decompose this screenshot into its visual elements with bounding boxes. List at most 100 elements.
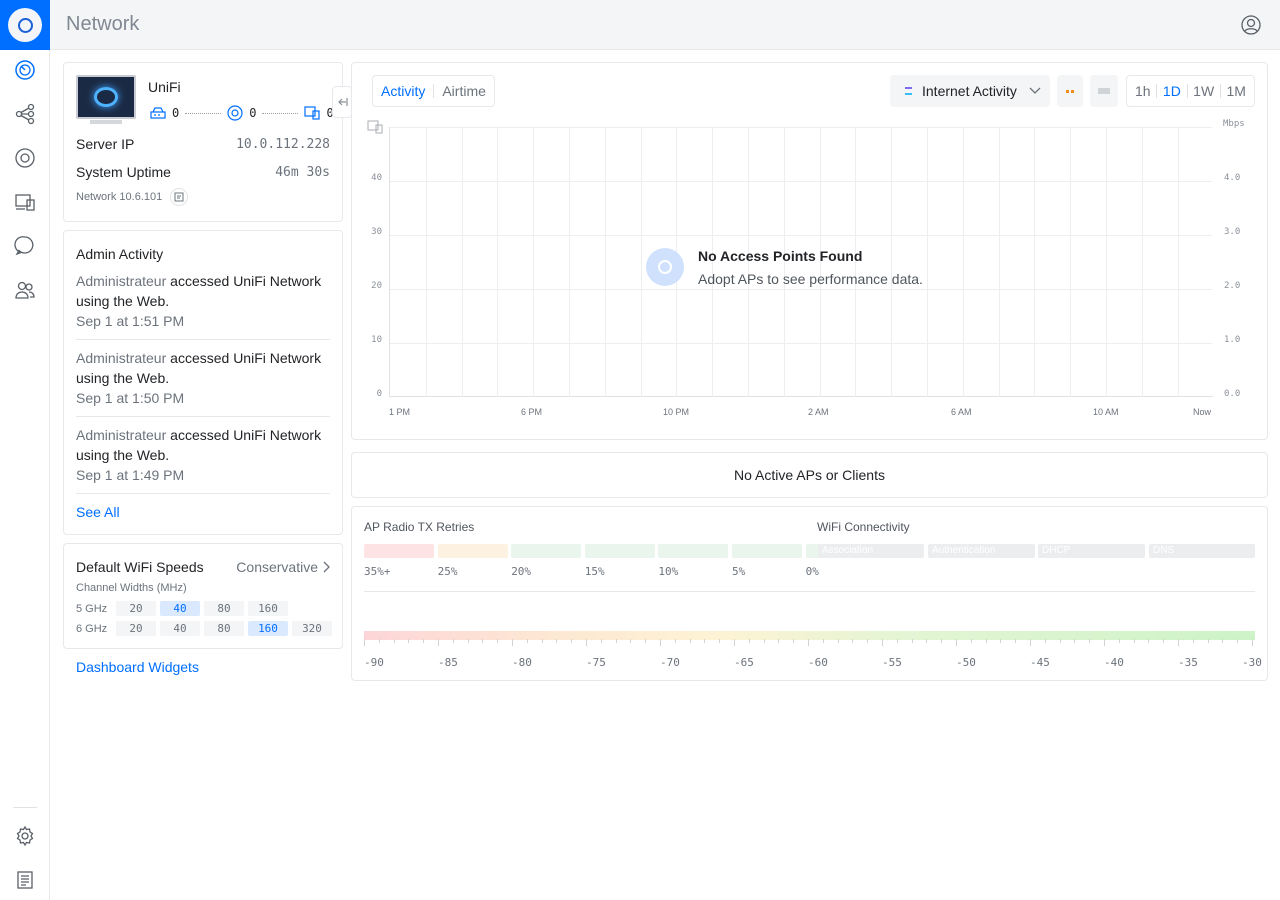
width-option-selected[interactable]: 160 (248, 621, 288, 636)
width-option[interactable]: 160 (248, 601, 288, 616)
page-title: Network (66, 13, 140, 35)
x-tick-label: Now (1193, 407, 1212, 417)
signal-tick (482, 639, 484, 643)
range-1h[interactable]: 1h (1135, 83, 1151, 99)
admin-entry: Administrateur accessed UniFi Network us… (76, 271, 330, 340)
settings-icon[interactable] (13, 824, 37, 848)
wifi-mode-select[interactable]: Conservative (236, 559, 330, 575)
chart-style-dots-button[interactable] (1057, 75, 1083, 107)
signal-tick (423, 639, 425, 643)
signal-tick (1237, 639, 1239, 643)
range-1d[interactable]: 1D (1163, 83, 1181, 99)
chart-right-unit: Mbps (1223, 119, 1245, 129)
bar-chart-icon (1098, 88, 1110, 94)
signal-tick (985, 639, 987, 643)
width-option[interactable]: 80 (204, 601, 244, 616)
width-option-selected[interactable]: 40 (160, 601, 200, 616)
tab-activity[interactable]: Activity (381, 83, 425, 99)
wifi-connectivity-title: WiFi Connectivity (817, 520, 910, 534)
range-separator (1156, 84, 1158, 98)
see-all-link[interactable]: See All (76, 504, 120, 520)
clients-icon[interactable] (13, 190, 37, 214)
signal-tick (541, 639, 543, 643)
x-tick-label: 1 PM (389, 407, 411, 417)
server-ip-value: 10.0.112.228 (236, 137, 330, 152)
grid-line-vertical (1141, 127, 1143, 397)
signal-tick (630, 639, 632, 643)
signal-scale-label: -45 (1030, 656, 1050, 669)
tx-retry-label: 20% (511, 565, 532, 578)
grid-line-vertical (1034, 127, 1036, 397)
band-row-5ghz: 5 GHz 20 40 80 160 (76, 601, 292, 616)
x-tick-label: 10 PM (663, 407, 690, 417)
signal-tick (882, 639, 883, 646)
signal-tick (1044, 639, 1046, 643)
time-range-group: 1h 1D 1W 1M (1126, 75, 1255, 107)
signal-scale-label: -40 (1104, 656, 1124, 669)
grid-line-horizontal (390, 343, 1212, 344)
tx-retry-bar (732, 544, 802, 558)
y-tick-left: 40 (371, 173, 382, 183)
devices-icon[interactable] (13, 146, 37, 170)
dashboard-widgets-link[interactable]: Dashboard Widgets (76, 659, 199, 675)
signal-tick (1089, 639, 1091, 643)
server-ip-label: Server IP (76, 136, 135, 152)
dot-chart-icon (1066, 89, 1074, 93)
empty-state-title: No Access Points Found (698, 248, 863, 264)
x-tick-label: 10 AM (1093, 407, 1119, 417)
admin-time: Sep 1 at 1:50 PM (76, 390, 185, 406)
width-option[interactable]: 40 (160, 621, 200, 636)
signal-tick (704, 639, 706, 643)
signal-tick (526, 639, 528, 643)
wifi-speeds-title: Default WiFi Speeds (76, 559, 204, 575)
unifi-logo[interactable] (0, 0, 50, 50)
chart-tabs: Activity Airtime (372, 75, 495, 107)
signal-scale-label: -50 (956, 656, 976, 669)
x-tick-label: 6 AM (951, 407, 972, 417)
signal-tick (512, 639, 513, 646)
range-1m[interactable]: 1M (1227, 83, 1246, 99)
signal-scale-label: -85 (438, 656, 458, 669)
signal-tick (1252, 639, 1253, 646)
signal-tick (660, 639, 661, 646)
signal-tick (763, 639, 765, 643)
tab-airtime[interactable]: Airtime (442, 83, 486, 99)
signal-tick (852, 639, 854, 643)
logs-icon[interactable] (13, 868, 37, 892)
grid-line-vertical (604, 127, 606, 397)
account-icon[interactable] (1240, 14, 1262, 41)
width-option[interactable]: 20 (116, 621, 156, 636)
users-icon[interactable] (13, 278, 37, 302)
y-tick-left: 20 (371, 281, 382, 291)
signal-tick (1074, 639, 1076, 643)
grid-line-vertical (1177, 127, 1179, 397)
signal-tick (734, 639, 735, 646)
top-bar: Network (50, 0, 1280, 50)
release-notes-icon[interactable] (170, 188, 188, 206)
metric-select-value: Internet Activity (922, 83, 1017, 99)
console-image (76, 75, 136, 119)
width-option[interactable]: 20 (116, 601, 156, 616)
signal-tick (364, 639, 365, 646)
signal-tick (600, 639, 602, 643)
signal-scale-label: -60 (808, 656, 828, 669)
signal-tick (1030, 639, 1031, 646)
signal-tick (926, 639, 928, 643)
signal-tick (822, 639, 824, 643)
gateway-icon (150, 107, 166, 119)
tx-retry-bar (364, 544, 434, 558)
range-1w[interactable]: 1W (1193, 83, 1214, 99)
topology-icon[interactable] (13, 102, 37, 126)
width-option[interactable]: 80 (204, 621, 244, 636)
dashboard-icon[interactable] (13, 58, 37, 82)
empty-state-subtitle: Adopt APs to see performance data. (698, 271, 923, 287)
chart-style-bar-button[interactable] (1090, 75, 1118, 107)
insights-icon[interactable] (13, 234, 37, 258)
grid-line-vertical (569, 127, 570, 397)
signal-tick (1104, 639, 1105, 646)
width-option[interactable]: 320 (292, 621, 332, 636)
metric-select[interactable]: Internet Activity (890, 75, 1050, 107)
collapse-panel-button[interactable] (332, 86, 352, 118)
conn-stage-association: Association (818, 544, 924, 558)
channel-widths-label: Channel Widths (MHz) (76, 582, 187, 594)
